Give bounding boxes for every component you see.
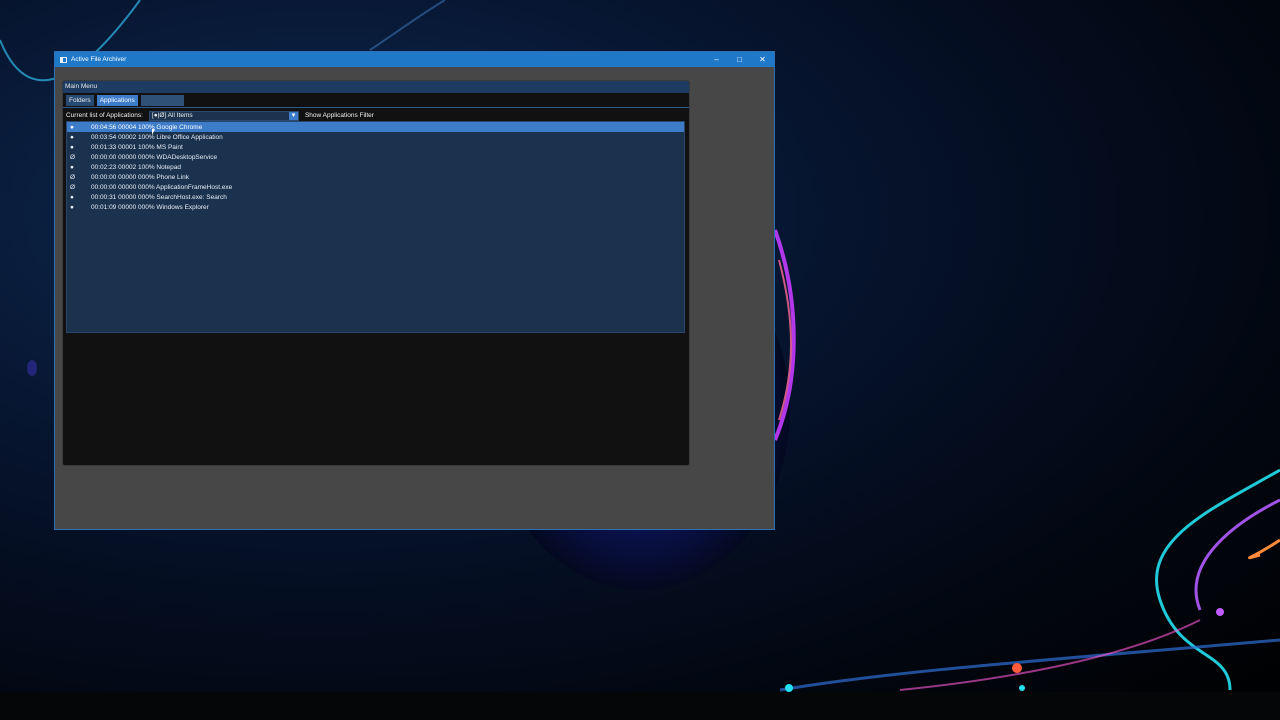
status-icon: ●: [70, 203, 74, 211]
tab-folders[interactable]: Folders: [66, 95, 94, 106]
tab-unnamed[interactable]: [140, 95, 184, 106]
status-icon: Ø: [70, 173, 76, 181]
status-icon: ●: [70, 143, 74, 151]
close-button[interactable]: ✕: [751, 52, 774, 67]
list-item[interactable]: ● 00:01:33 00001 100% MS Paint: [67, 142, 684, 152]
status-icon: ●: [70, 123, 74, 131]
list-item[interactable]: ● 00:02:23 00002 100% Notepad: [67, 162, 684, 172]
status-icon: Ø: [70, 153, 76, 161]
app-icon: [60, 56, 67, 63]
maximize-button[interactable]: □: [728, 52, 751, 67]
combo-value: [●|Ø] All Items: [151, 111, 193, 119]
chevron-down-icon[interactable]: ▼: [288, 111, 298, 120]
mouse-cursor-icon: [152, 129, 158, 135]
applications-list-label: Current list of Applications:: [66, 112, 143, 119]
list-item[interactable]: Ø 00:00:00 00000 000% WDADesktopService: [67, 152, 684, 162]
list-item-text: 00:00:00 00000 000% Phone Link: [91, 173, 189, 181]
window-title: Active File Archiver: [71, 56, 127, 63]
app-window: Active File Archiver – □ ✕ Main Menu Fol…: [55, 52, 774, 529]
list-item-text: 00:01:33 00001 100% MS Paint: [91, 143, 183, 151]
list-item[interactable]: Ø 00:00:00 00000 000% Phone Link: [67, 172, 684, 182]
applications-filter-combo[interactable]: [●|Ø] All Items ▼: [148, 110, 299, 121]
list-item[interactable]: ● 00:04:56 00004 100% Google Chrome: [67, 122, 684, 132]
status-icon: ●: [70, 163, 74, 171]
status-icon: ●: [70, 133, 74, 141]
minimize-button[interactable]: –: [705, 52, 728, 67]
list-item-text: 00:02:23 00002 100% Notepad: [91, 163, 181, 171]
main-menu-panel: Main Menu Folders Applications Current l…: [62, 80, 690, 466]
list-item[interactable]: ● 00:00:31 00000 000% SearchHost.exe: Se…: [67, 192, 684, 202]
status-icon: ●: [70, 193, 74, 201]
list-item-text: 00:00:00 00000 000% WDADesktopService: [91, 153, 218, 161]
taskbar: [0, 692, 1280, 720]
show-applications-filter-button[interactable]: Show Applications Filter: [305, 112, 374, 119]
tab-bar: Folders Applications: [63, 93, 689, 108]
title-bar[interactable]: Active File Archiver – □ ✕: [55, 52, 774, 67]
status-icon: Ø: [70, 183, 76, 191]
list-item-text: 00:00:31 00000 000% SearchHost.exe: Sear…: [91, 193, 227, 201]
applications-list[interactable]: ● 00:04:56 00004 100% Google Chrome ● 00…: [66, 121, 685, 333]
list-item[interactable]: ● 00:03:54 00002 100% Libre Office Appli…: [67, 132, 684, 142]
list-item[interactable]: ● 00:01:09 00000 000% Windows Explorer: [67, 202, 684, 212]
tab-applications[interactable]: Applications: [96, 95, 138, 106]
list-item-text: 00:04:56 00004 100% Google Chrome: [91, 123, 203, 131]
list-item-text: 00:00:00 00000 000% ApplicationFrameHost…: [91, 183, 233, 191]
list-item-text: 00:01:09 00000 000% Windows Explorer: [91, 203, 209, 211]
panel-title[interactable]: Main Menu: [63, 81, 689, 93]
list-item[interactable]: Ø 00:00:00 00000 000% ApplicationFrameHo…: [67, 182, 684, 192]
